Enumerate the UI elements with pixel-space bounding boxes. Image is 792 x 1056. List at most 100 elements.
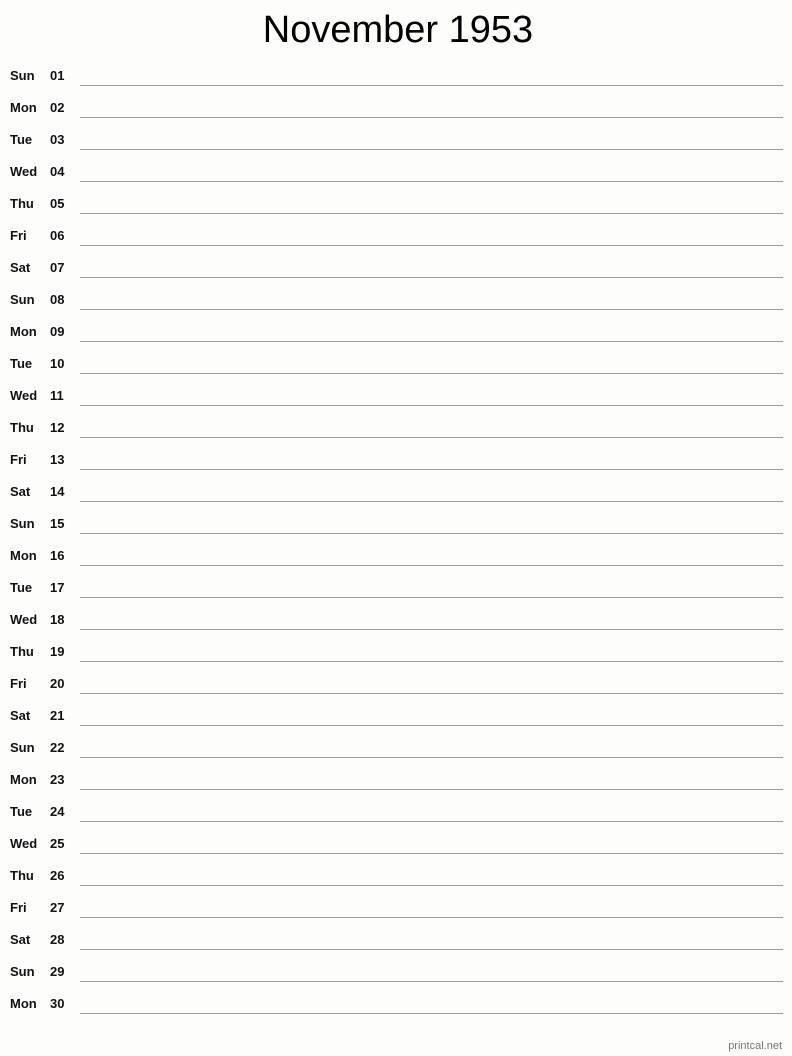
day-row: Tue 24 <box>0 798 792 830</box>
day-row: Sat 28 <box>0 926 792 958</box>
day-row: Fri 06 <box>0 222 792 254</box>
date-number: 02 <box>50 100 65 115</box>
day-row: Mon 02 <box>0 94 792 126</box>
writing-line <box>80 149 783 150</box>
day-row: Wed 11 <box>0 382 792 414</box>
date-number: 15 <box>50 516 65 531</box>
day-row: Thu 26 <box>0 862 792 894</box>
day-row: Sun 01 <box>0 62 792 94</box>
date-number: 30 <box>50 996 65 1011</box>
day-row: Sat 14 <box>0 478 792 510</box>
date-number: 26 <box>50 868 65 883</box>
writing-line <box>80 309 783 310</box>
date-number: 05 <box>50 196 65 211</box>
day-row: Sun 29 <box>0 958 792 990</box>
date-number: 06 <box>50 228 65 243</box>
writing-line <box>80 949 783 950</box>
weekday-label: Tue <box>10 580 33 595</box>
weekday-label: Sun <box>10 740 35 755</box>
weekday-label: Mon <box>10 100 37 115</box>
date-number: 10 <box>50 356 65 371</box>
weekday-label: Sat <box>10 708 31 723</box>
weekday-label: Fri <box>10 228 27 243</box>
day-row: Fri 20 <box>0 670 792 702</box>
day-list: Sun 01 Mon 02 Tue 03 Wed 04 Thu 05 Fri 06 Sat 07 Sun 08… <box>0 62 792 1022</box>
weekday-label: Sat <box>10 484 31 499</box>
date-number: 24 <box>50 804 65 819</box>
writing-line <box>80 917 783 918</box>
weekday-label: Mon <box>10 772 37 787</box>
writing-line <box>80 213 783 214</box>
writing-line <box>80 245 783 246</box>
writing-line <box>80 981 783 982</box>
writing-line <box>80 437 783 438</box>
weekday-label: Sun <box>10 964 35 979</box>
writing-line <box>80 693 783 694</box>
writing-line <box>80 821 783 822</box>
weekday-label: Wed <box>10 836 38 851</box>
weekday-label: Sun <box>10 68 35 83</box>
day-row: Thu 12 <box>0 414 792 446</box>
date-number: 13 <box>50 452 65 467</box>
writing-line <box>80 789 783 790</box>
weekday-label: Thu <box>10 868 34 883</box>
date-number: 11 <box>50 388 64 403</box>
writing-line <box>80 373 783 374</box>
weekday-label: Thu <box>10 420 34 435</box>
date-number: 09 <box>50 324 65 339</box>
weekday-label: Mon <box>10 996 37 1011</box>
date-number: 29 <box>50 964 65 979</box>
day-row: Sun 22 <box>0 734 792 766</box>
date-number: 16 <box>50 548 65 563</box>
date-number: 07 <box>50 260 65 275</box>
writing-line <box>80 533 783 534</box>
writing-line <box>80 117 783 118</box>
weekday-label: Tue <box>10 804 33 819</box>
writing-line <box>80 885 783 886</box>
writing-line <box>80 597 783 598</box>
date-number: 08 <box>50 292 65 307</box>
day-row: Thu 05 <box>0 190 792 222</box>
date-number: 03 <box>50 132 65 147</box>
writing-line <box>80 757 783 758</box>
day-row: Wed 25 <box>0 830 792 862</box>
date-number: 14 <box>50 484 65 499</box>
date-number: 04 <box>50 164 65 179</box>
day-row: Fri 27 <box>0 894 792 926</box>
weekday-label: Wed <box>10 388 38 403</box>
date-number: 12 <box>50 420 65 435</box>
day-row: Sat 21 <box>0 702 792 734</box>
writing-line <box>80 853 783 854</box>
date-number: 17 <box>50 580 65 595</box>
writing-line <box>80 501 783 502</box>
weekday-label: Sat <box>10 260 31 275</box>
date-number: 01 <box>50 68 65 83</box>
weekday-label: Thu <box>10 644 34 659</box>
weekday-label: Thu <box>10 196 34 211</box>
writing-line <box>80 341 783 342</box>
date-number: 25 <box>50 836 65 851</box>
date-number: 21 <box>50 708 65 723</box>
day-row: Mon 30 <box>0 990 792 1022</box>
writing-line <box>80 565 783 566</box>
day-row: Sun 08 <box>0 286 792 318</box>
date-number: 22 <box>50 740 65 755</box>
weekday-label: Tue <box>10 132 33 147</box>
day-row: Wed 18 <box>0 606 792 638</box>
date-number: 18 <box>50 612 65 627</box>
weekday-label: Sun <box>10 292 35 307</box>
day-row: Thu 19 <box>0 638 792 670</box>
weekday-label: Wed <box>10 164 38 179</box>
day-row: Mon 16 <box>0 542 792 574</box>
day-row: Sat 07 <box>0 254 792 286</box>
writing-line <box>80 277 783 278</box>
date-number: 27 <box>50 900 65 915</box>
weekday-label: Wed <box>10 612 38 627</box>
weekday-label: Sun <box>10 516 35 531</box>
day-row: Mon 23 <box>0 766 792 798</box>
weekday-label: Mon <box>10 548 37 563</box>
writing-line <box>80 629 783 630</box>
writing-line <box>80 181 783 182</box>
weekday-label: Mon <box>10 324 37 339</box>
day-row: Mon 09 <box>0 318 792 350</box>
